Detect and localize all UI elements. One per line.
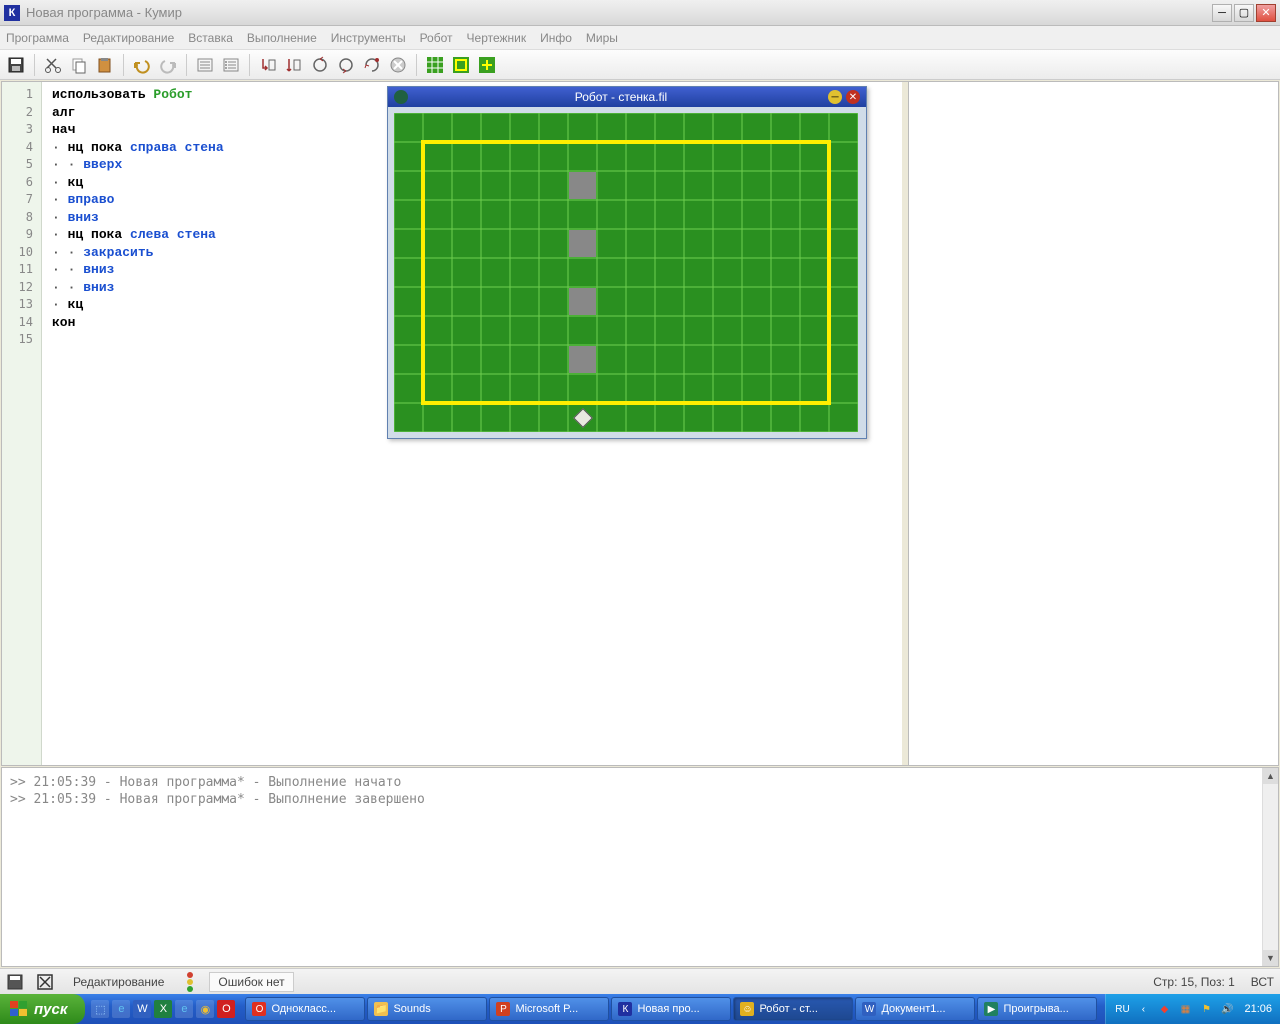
menu-worlds[interactable]: Миры bbox=[586, 31, 618, 45]
scroll-down-icon[interactable]: ▼ bbox=[1263, 950, 1278, 966]
menu-edit[interactable]: Редактирование bbox=[83, 31, 174, 45]
status-insert: ВСТ bbox=[1251, 975, 1274, 989]
status-errors: Ошибок нет bbox=[209, 972, 293, 992]
painted-cell bbox=[569, 346, 596, 373]
windows-flag-icon bbox=[10, 1001, 28, 1017]
task-item[interactable]: 📁Sounds bbox=[367, 997, 487, 1021]
close-button[interactable]: ✕ bbox=[1256, 4, 1276, 22]
redo-icon[interactable] bbox=[156, 53, 180, 77]
grid-green-icon[interactable] bbox=[423, 53, 447, 77]
statusbar: Редактирование Ошибок нет Стр: 15, Поз: … bbox=[0, 968, 1280, 994]
status-save-icon[interactable] bbox=[6, 973, 24, 991]
status-position: Стр: 15, Поз: 1 bbox=[1153, 975, 1235, 989]
run-icon[interactable] bbox=[360, 53, 384, 77]
ql-ie-icon[interactable]: e bbox=[112, 1000, 130, 1018]
tray-flag-icon[interactable]: ⚑ bbox=[1198, 1001, 1214, 1017]
robot-minimize-icon[interactable]: ─ bbox=[828, 90, 842, 104]
tray-lang[interactable]: RU bbox=[1114, 1001, 1130, 1017]
start-button[interactable]: пуск bbox=[0, 994, 85, 1024]
run-loop2-icon[interactable] bbox=[334, 53, 358, 77]
task-item[interactable]: ☺Робот - ст... bbox=[733, 997, 853, 1021]
status-close-icon[interactable] bbox=[36, 973, 54, 991]
run-loop1-icon[interactable] bbox=[308, 53, 332, 77]
window-title: Новая программа - Кумир bbox=[26, 5, 1212, 20]
list1-icon[interactable] bbox=[193, 53, 217, 77]
editor-pane: 123456789101112131415 использовать Робот… bbox=[2, 82, 908, 765]
scroll-up-icon[interactable]: ▲ bbox=[1263, 768, 1278, 784]
titlebar: К Новая программа - Кумир ─ ▢ ✕ bbox=[0, 0, 1280, 26]
cut-icon[interactable] bbox=[41, 53, 65, 77]
ql-word-icon[interactable]: W bbox=[133, 1000, 151, 1018]
ql-excel-icon[interactable]: X bbox=[154, 1000, 172, 1018]
robot-field bbox=[388, 107, 866, 438]
tray-vol-icon[interactable]: 🔊 bbox=[1219, 1001, 1235, 1017]
grid-plus-icon[interactable] bbox=[475, 53, 499, 77]
menu-program[interactable]: Программа bbox=[6, 31, 69, 45]
robot-close-icon[interactable]: ✕ bbox=[846, 90, 860, 104]
tray-chevron-icon[interactable]: ‹ bbox=[1135, 1001, 1151, 1017]
status-signal-icon bbox=[187, 972, 193, 992]
copy-icon[interactable] bbox=[67, 53, 91, 77]
menu-robot[interactable]: Робот bbox=[420, 31, 453, 45]
console-area: >> 21:05:39 - Новая программа* - Выполне… bbox=[1, 767, 1279, 967]
menu-drafter[interactable]: Чертежник bbox=[467, 31, 527, 45]
paste-icon[interactable] bbox=[93, 53, 117, 77]
tray-app1-icon[interactable]: ▦ bbox=[1177, 1001, 1193, 1017]
undo-icon[interactable] bbox=[130, 53, 154, 77]
ql-ie2-icon[interactable]: e bbox=[175, 1000, 193, 1018]
app-icon: К bbox=[4, 5, 20, 21]
menubar: Программа Редактирование Вставка Выполне… bbox=[0, 26, 1280, 50]
painted-cell bbox=[569, 288, 596, 315]
robot-grid[interactable] bbox=[394, 113, 858, 432]
grid-border-icon[interactable] bbox=[449, 53, 473, 77]
step-into-icon[interactable] bbox=[256, 53, 280, 77]
save-icon[interactable] bbox=[4, 53, 28, 77]
painted-cell bbox=[569, 172, 596, 199]
list2-icon[interactable] bbox=[219, 53, 243, 77]
taskbar-tasks: OОднокласс...📁SoundsPMicrosoft P...КНова… bbox=[241, 997, 1105, 1021]
maximize-button[interactable]: ▢ bbox=[1234, 4, 1254, 22]
task-item[interactable]: ▶Проигрыва... bbox=[977, 997, 1097, 1021]
main-area: 123456789101112131415 использовать Робот… bbox=[1, 81, 1279, 766]
line-gutter: 123456789101112131415 bbox=[2, 82, 42, 765]
ql-desktop-icon[interactable]: ⬚ bbox=[91, 1000, 109, 1018]
menu-info[interactable]: Инфо bbox=[540, 31, 572, 45]
robot-titlebar[interactable]: Робот - стенка.fil ─ ✕ bbox=[388, 87, 866, 107]
painted-cell bbox=[569, 230, 596, 257]
tray-shield-icon[interactable]: ◆ bbox=[1156, 1001, 1172, 1017]
menu-execute[interactable]: Выполнение bbox=[247, 31, 317, 45]
stop-icon[interactable] bbox=[386, 53, 410, 77]
quick-launch: ⬚ e W X e ◉ O bbox=[85, 1000, 241, 1018]
step-over-icon[interactable] bbox=[282, 53, 306, 77]
minimize-button[interactable]: ─ bbox=[1212, 4, 1232, 22]
task-item[interactable]: WДокумент1... bbox=[855, 997, 975, 1021]
side-panel bbox=[908, 82, 1278, 765]
toolbar bbox=[0, 50, 1280, 80]
console-output[interactable]: >> 21:05:39 - Новая программа* - Выполне… bbox=[2, 768, 1262, 966]
ql-shield-icon[interactable]: ◉ bbox=[196, 1000, 214, 1018]
menu-insert[interactable]: Вставка bbox=[188, 31, 233, 45]
robot-window[interactable]: Робот - стенка.fil ─ ✕ bbox=[387, 86, 867, 439]
robot-app-icon bbox=[394, 90, 408, 104]
task-item[interactable]: PMicrosoft P... bbox=[489, 997, 609, 1021]
system-tray: RU ‹ ◆ ▦ ⚑ 🔊 21:06 bbox=[1105, 994, 1280, 1024]
ql-opera-icon[interactable]: O bbox=[217, 1000, 235, 1018]
tray-clock[interactable]: 21:06 bbox=[1244, 1003, 1272, 1015]
task-item[interactable]: КНовая про... bbox=[611, 997, 731, 1021]
task-item[interactable]: OОднокласс... bbox=[245, 997, 365, 1021]
console-scrollbar[interactable]: ▲ ▼ bbox=[1262, 768, 1278, 966]
menu-tools[interactable]: Инструменты bbox=[331, 31, 406, 45]
robot-title-text: Робот - стенка.fil bbox=[414, 90, 828, 104]
taskbar: пуск ⬚ e W X e ◉ O OОднокласс...📁SoundsP… bbox=[0, 994, 1280, 1024]
status-mode: Редактирование bbox=[66, 972, 171, 992]
